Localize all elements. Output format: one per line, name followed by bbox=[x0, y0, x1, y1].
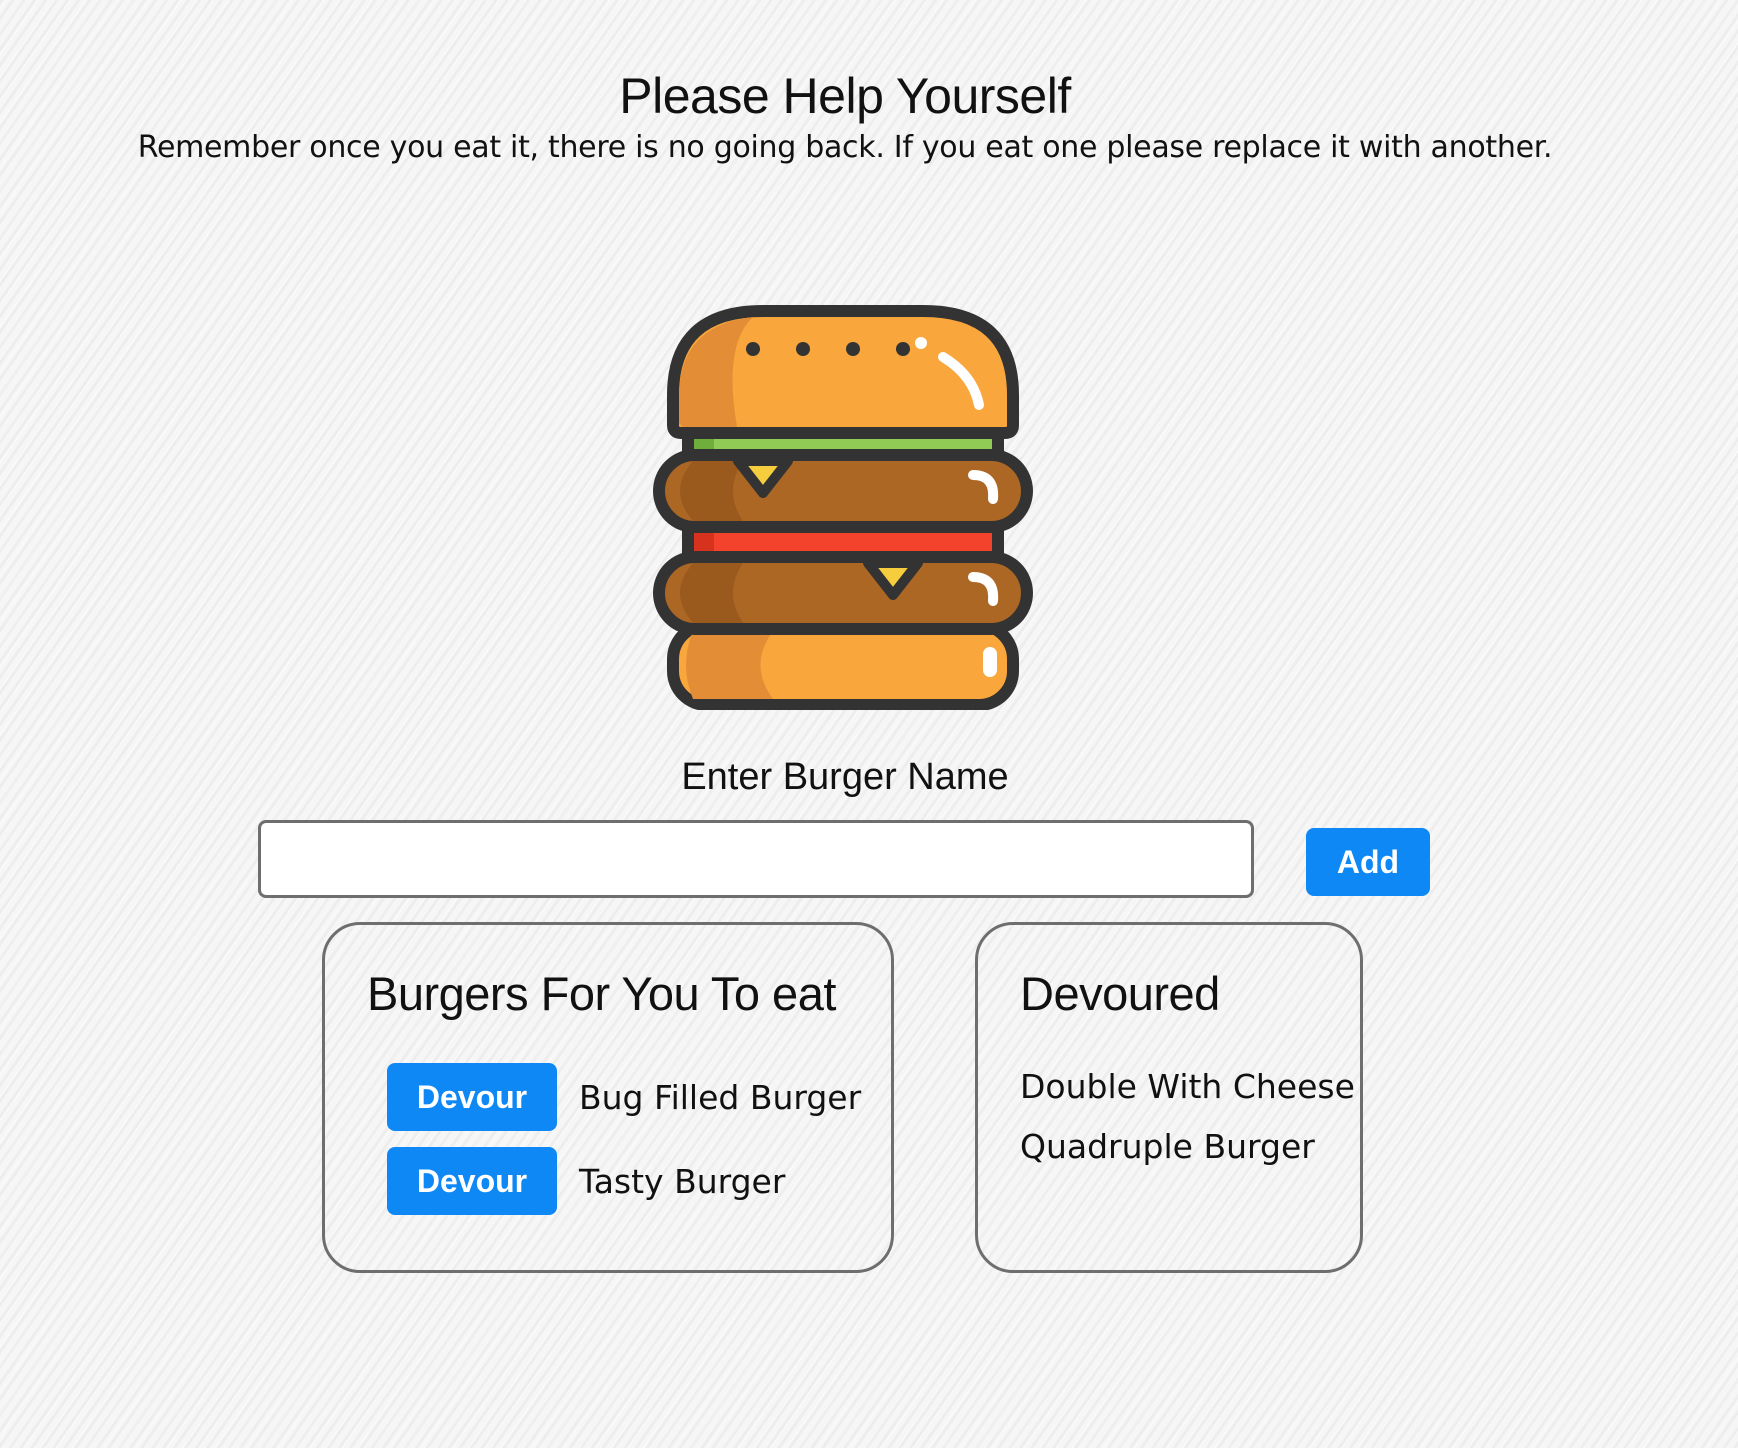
page-subtitle: Remember once you eat it, there is no go… bbox=[137, 130, 1553, 165]
burger-name-input[interactable] bbox=[258, 820, 1254, 898]
uneaten-burgers-panel: Burgers For You To eat Devour Bug Filled… bbox=[322, 922, 894, 1273]
burger-name: Bug Filled Burger bbox=[579, 1077, 862, 1117]
devoured-list-item: Double With Cheese bbox=[1020, 1067, 1355, 1106]
devour-button[interactable]: Devour bbox=[387, 1147, 557, 1215]
burger-app-page: { "header": { "title": "Please Help Your… bbox=[0, 0, 1738, 1448]
devoured-list-item: Quadruple Burger bbox=[1020, 1127, 1315, 1166]
devoured-burgers-panel: Devoured Double With Cheese Quadruple Bu… bbox=[975, 922, 1363, 1273]
page-header: Please Help Yourself Remember once you e… bbox=[0, 68, 1690, 168]
list-item: Devour Bug Filled Burger bbox=[387, 1063, 861, 1131]
burger-icon bbox=[653, 305, 1033, 711]
page-title: Please Help Yourself bbox=[619, 68, 1071, 124]
burger-name: Tasty Burger bbox=[579, 1161, 786, 1201]
add-button[interactable]: Add bbox=[1306, 828, 1430, 896]
uneaten-panel-heading: Burgers For You To eat bbox=[367, 967, 836, 1020]
burger-name-label: Enter Burger Name bbox=[681, 756, 1009, 798]
devoured-panel-heading: Devoured bbox=[1020, 967, 1220, 1020]
list-item: Devour Tasty Burger bbox=[387, 1147, 785, 1215]
devour-button[interactable]: Devour bbox=[387, 1063, 557, 1131]
